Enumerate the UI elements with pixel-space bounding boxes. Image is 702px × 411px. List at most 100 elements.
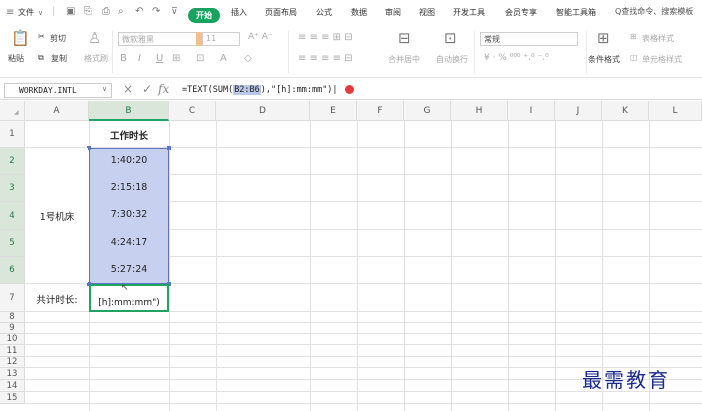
format-painter-icon[interactable]: ♙ <box>88 30 101 46</box>
clear-format-icon[interactable]: ◇ <box>244 53 252 64</box>
row-header-14[interactable]: 14 <box>0 380 25 392</box>
cut-button[interactable]: 剪切 <box>50 33 66 44</box>
conditional-format-button[interactable]: 条件格式 <box>588 54 620 65</box>
row-header-12[interactable]: 12 <box>0 357 25 368</box>
cell-b3[interactable]: 2:15:18 <box>89 182 169 193</box>
font-name-select[interactable]: 微软雅黑 <box>118 32 202 46</box>
row-header-11[interactable]: 11 <box>0 345 25 357</box>
increase-font-icon[interactable]: A⁺ A⁻ <box>248 32 273 42</box>
table-style-button[interactable]: 表格样式 <box>642 33 674 44</box>
currency-percent-icons[interactable]: ¥ · % ⁰⁰⁰ ⁺.⁰ ⁻.⁰ <box>484 53 549 63</box>
ribbon-divider <box>288 31 289 73</box>
tab-data[interactable]: 数据 <box>351 7 367 18</box>
scissors-icon[interactable]: ✂ <box>38 32 45 41</box>
column-header-k[interactable]: K <box>602 101 649 121</box>
row-header-13[interactable]: 13 <box>0 368 25 380</box>
merge-center-button[interactable]: 合并居中 <box>388 54 420 65</box>
customize-toolbar-icon[interactable]: ⊽ <box>171 6 178 18</box>
save-icon[interactable]: ▣ <box>66 6 75 18</box>
column-header-h[interactable]: H <box>451 101 508 121</box>
chevron-down-icon[interactable]: ∨ <box>38 7 43 19</box>
tab-smart-toolbox[interactable]: 智能工具箱 <box>556 7 596 18</box>
menu-file[interactable]: 文件 <box>18 7 34 18</box>
column-header-e[interactable]: E <box>310 101 357 121</box>
command-search[interactable]: Q查找命令、搜索模板 <box>615 6 693 17</box>
column-header-j[interactable]: J <box>555 101 602 121</box>
row-header-10[interactable]: 10 <box>0 334 25 345</box>
row-header-6[interactable]: 6 <box>0 257 25 284</box>
cell-b1[interactable]: 工作时长 <box>89 128 169 142</box>
cell-b7-editing-text: [h]:mm:mm") <box>98 298 160 308</box>
conditional-format-icon[interactable]: ⊞ <box>597 30 610 46</box>
hamburger-menu-icon[interactable]: ≡ <box>6 7 14 19</box>
bold-icon[interactable]: B <box>120 53 127 64</box>
tab-formulas[interactable]: 公式 <box>316 7 332 18</box>
format-painter-button[interactable]: 格式刷 <box>84 53 108 64</box>
underline-icon[interactable]: U <box>156 53 163 64</box>
tab-review[interactable]: 审阅 <box>385 7 401 18</box>
wrap-text-icon[interactable]: ⊡ <box>444 30 457 46</box>
number-format-select[interactable]: 常规 <box>480 32 578 46</box>
tab-view[interactable]: 视图 <box>419 7 435 18</box>
column-header-a[interactable]: A <box>25 101 89 121</box>
insert-function-icon[interactable]: fx <box>158 83 169 96</box>
tab-member[interactable]: 会员专享 <box>505 7 537 18</box>
cell-a7[interactable]: 共计时长: <box>25 292 89 306</box>
copy-button[interactable]: 复制 <box>51 53 67 64</box>
cancel-icon[interactable]: × <box>123 83 133 96</box>
row-header-8[interactable]: 8 <box>0 312 25 323</box>
copy-icon[interactable]: ⧉ <box>38 53 44 63</box>
row-header-4[interactable]: 4 <box>0 202 25 230</box>
merge-center-icon[interactable]: ⊟ <box>398 30 411 46</box>
font-size-select[interactable]: 11 <box>202 32 240 46</box>
border-icon[interactable]: ⊞ <box>172 53 180 64</box>
print-icon[interactable]: ⎙ <box>102 6 110 18</box>
row-header-7[interactable]: 7 <box>0 284 25 312</box>
table-style-icon[interactable]: ⊞ <box>630 32 637 41</box>
tab-page-layout[interactable]: 页面布局 <box>265 7 297 18</box>
range-handle[interactable] <box>167 146 171 150</box>
name-box[interactable]: WORKDAY.INTL <box>4 83 112 98</box>
font-color-icon[interactable]: A <box>220 53 227 64</box>
undo-icon[interactable]: ↶ <box>135 6 143 18</box>
tab-home[interactable]: 开始 <box>188 8 220 23</box>
font-size-value: 11 <box>206 34 217 43</box>
gridline <box>89 201 702 202</box>
redo-icon[interactable]: ↷ <box>152 6 160 18</box>
cell-b6[interactable]: 5:27:24 <box>89 264 169 275</box>
column-header-b[interactable]: B <box>89 101 169 121</box>
tab-insert[interactable]: 插入 <box>231 7 247 18</box>
formula-input[interactable]: =TEXT(SUM(B2:B6),"[h]:mm:mm")| <box>182 84 338 96</box>
cell-b4[interactable]: 7:30:32 <box>89 209 169 220</box>
cell-style-icon[interactable]: ◫ <box>630 53 638 62</box>
column-header-l[interactable]: L <box>649 101 702 121</box>
row-header-1[interactable]: 1 <box>0 121 25 148</box>
export-icon[interactable]: ⎘ <box>84 6 92 18</box>
cell-style-button[interactable]: 单元格样式 <box>642 54 682 65</box>
print-preview-icon[interactable]: ⌕ <box>118 6 124 18</box>
column-header-d[interactable]: D <box>216 101 310 121</box>
align-left-icon[interactable]: ≡ ≡ ≡ ≡ ⊟ <box>298 53 353 64</box>
row-header-5[interactable]: 5 <box>0 230 25 257</box>
column-header-g[interactable]: G <box>404 101 451 121</box>
auto-wrap-button[interactable]: 自动换行 <box>436 54 468 65</box>
paste-icon[interactable]: 📋 <box>11 30 30 46</box>
column-header-c[interactable]: C <box>169 101 216 121</box>
paste-button[interactable]: 粘贴 <box>8 53 24 64</box>
cell-b2[interactable]: 1:40:20 <box>89 155 169 166</box>
confirm-icon[interactable]: ✓ <box>142 83 152 96</box>
menu-bar: ≡ 文件 ∨ | ▣ ⎘ ⎙ ⌕ ↶ ↷ ⊽ 开始 插入 页面布局 公式 数据 … <box>0 0 702 26</box>
row-header-3[interactable]: 3 <box>0 175 25 202</box>
row-header-15[interactable]: 15 <box>0 392 25 404</box>
tab-developer[interactable]: 开发工具 <box>453 7 485 18</box>
row-header-9[interactable]: 9 <box>0 323 25 334</box>
cell-b5[interactable]: 4:24:17 <box>89 237 169 248</box>
fill-color-icon[interactable]: ⊡ <box>196 53 204 64</box>
row-header-2[interactable]: 2 <box>0 148 25 175</box>
chevron-down-icon[interactable]: ∨ <box>102 85 107 93</box>
select-all-corner[interactable] <box>0 101 25 121</box>
column-header-i[interactable]: I <box>508 101 555 121</box>
italic-icon[interactable]: I <box>138 53 141 64</box>
column-header-f[interactable]: F <box>357 101 404 121</box>
align-top-icon[interactable]: ≡ ≡ ≡ ⊞ ⊟ <box>298 32 353 43</box>
